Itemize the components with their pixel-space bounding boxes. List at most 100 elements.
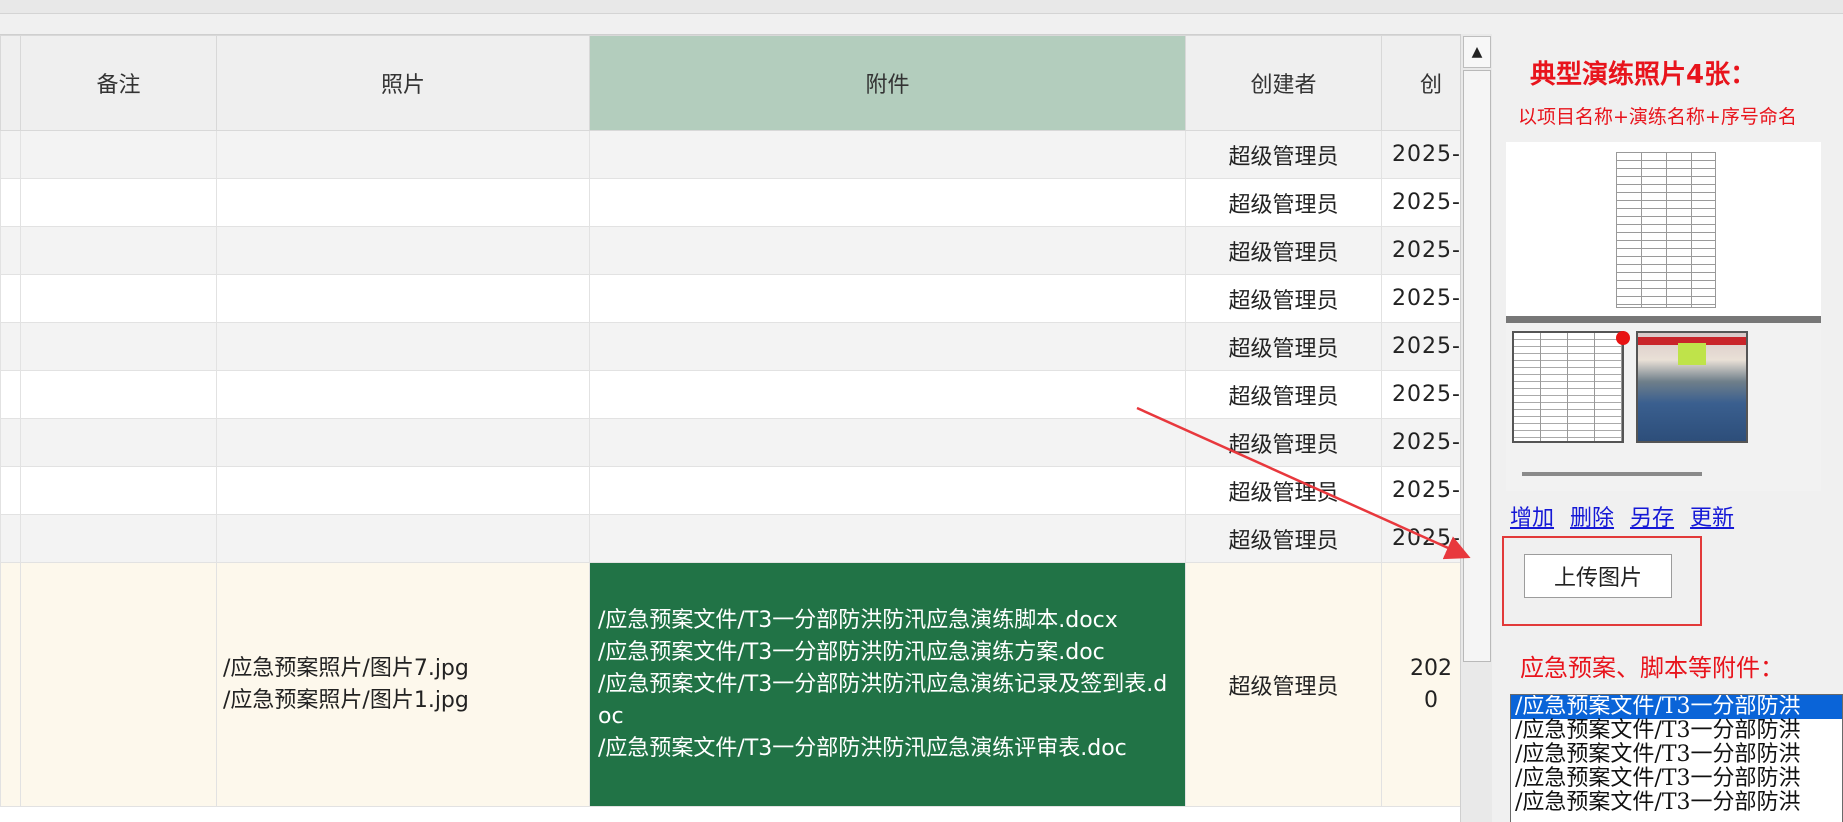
- photo-panel: 典型演练照片4张： 以项目名称+演练名称+序号命名 增加 删除 另存 更新 上传…: [1492, 34, 1843, 822]
- cell-photo[interactable]: [216, 418, 590, 467]
- cell-attachment[interactable]: [589, 226, 1186, 275]
- cell-photo[interactable]: [216, 130, 590, 179]
- header-photo[interactable]: 照片: [216, 35, 590, 131]
- cell-attachment[interactable]: [589, 418, 1186, 467]
- cell-note[interactable]: [20, 418, 217, 467]
- header-attachment[interactable]: 附件: [589, 35, 1186, 131]
- cell-attachment[interactable]: [589, 274, 1186, 323]
- cell-photo[interactable]: /应急预案照片/图片7.jpg /应急预案照片/图片1.jpg: [216, 562, 590, 807]
- update-link[interactable]: 更新: [1690, 500, 1734, 532]
- header-cell-blank: [0, 35, 21, 131]
- cell-created[interactable]: 2025-: [1381, 130, 1460, 179]
- cell-attachment[interactable]: [589, 322, 1186, 371]
- attachment-path: /应急预案文件/T3一分部防洪防汛应急演练脚本.docx: [598, 607, 1118, 633]
- cell-attachment[interactable]: [589, 466, 1186, 515]
- cell-created[interactable]: 2025-: [1381, 418, 1460, 467]
- cell-note[interactable]: [20, 562, 217, 807]
- table-row[interactable]: 超级管理员 2025-: [0, 130, 1460, 179]
- table-row[interactable]: 超级管理员 2025-: [0, 370, 1460, 419]
- cell-created[interactable]: 2025-: [1381, 226, 1460, 275]
- header-created[interactable]: 创: [1381, 35, 1460, 131]
- thumbnail-photo[interactable]: [1636, 331, 1748, 443]
- cell-photo[interactable]: [216, 274, 590, 323]
- cell-created[interactable]: 202 0: [1381, 562, 1460, 807]
- thumbnail-strip: [1506, 323, 1821, 491]
- cell-creator[interactable]: 超级管理员: [1185, 370, 1382, 419]
- thumbnail-scrollbar[interactable]: [1522, 472, 1702, 476]
- cell-photo[interactable]: [216, 466, 590, 515]
- photo-path: /应急预案照片/图片7.jpg: [223, 655, 469, 681]
- upload-image-button[interactable]: 上传图片: [1524, 554, 1672, 598]
- cell-creator[interactable]: 超级管理员: [1185, 466, 1382, 515]
- scroll-thumb[interactable]: [1463, 70, 1491, 662]
- cell-note[interactable]: [20, 130, 217, 179]
- table-row[interactable]: 超级管理员 2025-: [0, 178, 1460, 227]
- cell-note[interactable]: [20, 466, 217, 515]
- cell-blank: [0, 130, 21, 179]
- cell-blank: [0, 370, 21, 419]
- scroll-up-icon[interactable]: ▲: [1463, 36, 1491, 68]
- attachment-path: /应急预案文件/T3一分部防洪防汛应急演练方案.doc: [598, 639, 1105, 665]
- vertical-scrollbar[interactable]: ▲: [1460, 34, 1492, 822]
- cell-created[interactable]: 2025-: [1381, 466, 1460, 515]
- save-as-link[interactable]: 另存: [1630, 500, 1674, 532]
- cell-creator[interactable]: 超级管理员: [1185, 418, 1382, 467]
- cell-photo[interactable]: [216, 514, 590, 563]
- cell-created[interactable]: 2025-: [1381, 178, 1460, 227]
- data-grid: 备注 照片 附件 创建者 创 超级管理员 2025- 超级管理员 2025- 超级管理员…: [0, 34, 1460, 822]
- cell-creator[interactable]: 超级管理员: [1185, 226, 1382, 275]
- table-row[interactable]: 超级管理员 2025-: [0, 226, 1460, 275]
- created-line: 0: [1424, 687, 1438, 713]
- cell-creator[interactable]: 超级管理员: [1185, 130, 1382, 179]
- cell-note[interactable]: [20, 226, 217, 275]
- cell-note[interactable]: [20, 514, 217, 563]
- cell-photo[interactable]: [216, 226, 590, 275]
- add-link[interactable]: 增加: [1510, 500, 1554, 532]
- cell-created[interactable]: 2025-: [1381, 274, 1460, 323]
- cell-creator[interactable]: 超级管理员: [1185, 562, 1382, 807]
- cell-blank: [0, 418, 21, 467]
- cell-created[interactable]: 2025-: [1381, 322, 1460, 371]
- cell-creator[interactable]: 超级管理员: [1185, 514, 1382, 563]
- table-row[interactable]: 超级管理员 2025-: [0, 274, 1460, 323]
- thumbnail-document[interactable]: [1512, 331, 1630, 443]
- table-row[interactable]: 超级管理员 2025-: [0, 322, 1460, 371]
- attachment-list-item[interactable]: /应急预案文件/T3一分部防洪: [1511, 767, 1842, 791]
- delete-link[interactable]: 删除: [1570, 500, 1614, 532]
- cell-attachment[interactable]: [589, 130, 1186, 179]
- cell-blank: [0, 322, 21, 371]
- table-row[interactable]: 超级管理员 2025-: [0, 514, 1460, 563]
- cell-note[interactable]: [20, 322, 217, 371]
- cell-attachment[interactable]: [589, 370, 1186, 419]
- cell-attachment[interactable]: /应急预案文件/T3一分部防洪防汛应急演练脚本.docx /应急预案文件/T3一…: [589, 562, 1186, 807]
- selected-dot-icon: [1616, 331, 1630, 345]
- cell-creator[interactable]: 超级管理员: [1185, 322, 1382, 371]
- attachment-listbox[interactable]: /应急预案文件/T3一分部防洪 /应急预案文件/T3一分部防洪 /应急预案文件/…: [1510, 694, 1843, 822]
- table-row[interactable]: 超级管理员 2025-: [0, 418, 1460, 467]
- records-table: 备注 照片 附件 创建者 创 超级管理员 2025- 超级管理员 2025- 超级管理员…: [0, 35, 1460, 807]
- attachment-path: /应急预案文件/T3一分部防洪防汛应急演练评审表.doc: [598, 735, 1127, 761]
- cell-attachment[interactable]: [589, 514, 1186, 563]
- attachment-list-item[interactable]: /应急预案文件/T3一分部防洪: [1511, 719, 1842, 743]
- cell-blank: [0, 466, 21, 515]
- cell-creator[interactable]: 超级管理员: [1185, 274, 1382, 323]
- attachment-list-item[interactable]: /应急预案文件/T3一分部防洪: [1511, 695, 1842, 719]
- selected-row[interactable]: /应急预案照片/图片7.jpg /应急预案照片/图片1.jpg /应急预案文件/…: [0, 562, 1460, 807]
- cell-note[interactable]: [20, 178, 217, 227]
- cell-creator[interactable]: 超级管理员: [1185, 178, 1382, 227]
- cell-photo[interactable]: [216, 322, 590, 371]
- table-row[interactable]: 超级管理员 2025-: [0, 466, 1460, 515]
- header-note[interactable]: 备注: [20, 35, 217, 131]
- cell-photo[interactable]: [216, 370, 590, 419]
- cell-note[interactable]: [20, 370, 217, 419]
- attachment-list-item[interactable]: /应急预案文件/T3一分部防洪: [1511, 791, 1842, 815]
- cell-created[interactable]: 2025-: [1381, 370, 1460, 419]
- cell-note[interactable]: [20, 274, 217, 323]
- cell-attachment[interactable]: [589, 178, 1186, 227]
- photo-screen: [1678, 343, 1706, 365]
- cell-created[interactable]: 2025-: [1381, 514, 1460, 563]
- cell-photo[interactable]: [216, 178, 590, 227]
- header-creator[interactable]: 创建者: [1185, 35, 1382, 131]
- attachment-list-item[interactable]: /应急预案文件/T3一分部防洪: [1511, 743, 1842, 767]
- photo-preview[interactable]: [1506, 142, 1821, 318]
